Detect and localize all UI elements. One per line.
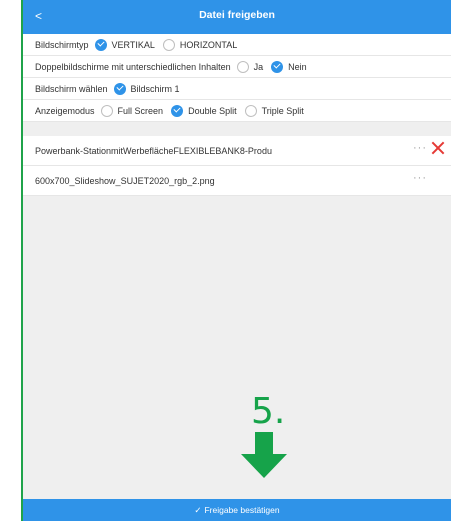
checkmark-icon: ✓ <box>194 505 202 515</box>
option-nein[interactable]: Nein <box>271 60 307 73</box>
option-triple-split[interactable]: Triple Split <box>244 104 304 117</box>
confirm-share-button[interactable]: ✓ Freigabe bestätigen <box>23 499 451 521</box>
confirm-share-label: Freigabe bestätigen <box>204 505 280 515</box>
option-screen-1-label: Bildschirm 1 <box>130 83 180 94</box>
page-title: Datei freigeben <box>199 9 275 21</box>
radio-checked-icon[interactable] <box>113 82 126 95</box>
file-name: 600x700_Slideshow_SUJET2020_rgb_2.png <box>35 175 215 186</box>
screen-type-label: Bildschirmtyp <box>35 39 89 50</box>
option-double-split-label: Double Split <box>188 105 237 116</box>
select-screen-row: Bildschirm wählen Bildschirm 1 <box>23 78 451 100</box>
option-vertical-label: VERTIKAL <box>111 39 155 50</box>
radio-checked-icon[interactable] <box>171 104 184 117</box>
option-double-split[interactable]: Double Split <box>171 104 237 117</box>
radio-unchecked-icon[interactable] <box>236 60 249 73</box>
option-screen-1[interactable]: Bildschirm 1 <box>113 82 180 95</box>
dual-screen-row: Doppelbildschirme mit unterschiedlichen … <box>23 56 451 78</box>
option-ja-label: Ja <box>253 61 264 72</box>
file-row[interactable]: 600x700_Slideshow_SUJET2020_rgb_2.png ··… <box>23 166 451 196</box>
header-bar: < Datei freigeben <box>23 0 451 34</box>
file-name: Powerbank-StationmitWerbeflächeFLEXIBLEB… <box>35 145 272 156</box>
option-full-screen[interactable]: Full Screen <box>100 104 164 117</box>
radio-unchecked-icon[interactable] <box>100 104 113 117</box>
option-horizontal[interactable]: HORIZONTAL <box>162 38 238 51</box>
radio-unchecked-icon[interactable] <box>244 104 257 117</box>
radio-checked-icon[interactable] <box>271 60 284 73</box>
option-horizontal-label: HORIZONTAL <box>179 39 238 50</box>
more-options-icon[interactable]: ··· <box>413 172 427 184</box>
select-screen-label: Bildschirm wählen <box>35 83 108 94</box>
display-mode-row: Anzeigemodus Full Screen Double Split Tr… <box>23 100 451 122</box>
step-annotation: 5. <box>251 391 286 432</box>
option-triple-split-label: Triple Split <box>261 105 304 116</box>
option-full-screen-label: Full Screen <box>117 105 164 116</box>
display-mode-label: Anzeigemodus <box>35 105 95 116</box>
file-row[interactable]: Powerbank-StationmitWerbeflächeFLEXIBLEB… <box>23 136 451 166</box>
share-file-panel: < Datei freigeben Bildschirmtyp VERTIKAL… <box>21 0 451 521</box>
radio-unchecked-icon[interactable] <box>162 38 175 51</box>
dual-screen-label: Doppelbildschirme mit unterschiedlichen … <box>35 61 231 72</box>
option-vertical[interactable]: VERTIKAL <box>94 38 155 51</box>
radio-checked-icon[interactable] <box>94 38 107 51</box>
delete-icon[interactable] <box>431 141 445 155</box>
option-ja[interactable]: Ja <box>236 60 264 73</box>
screen-type-row: Bildschirmtyp VERTIKAL HORIZONTAL <box>23 34 451 56</box>
more-options-icon[interactable]: ··· <box>413 142 427 154</box>
option-nein-label: Nein <box>288 61 307 72</box>
down-arrow-icon <box>241 432 287 478</box>
